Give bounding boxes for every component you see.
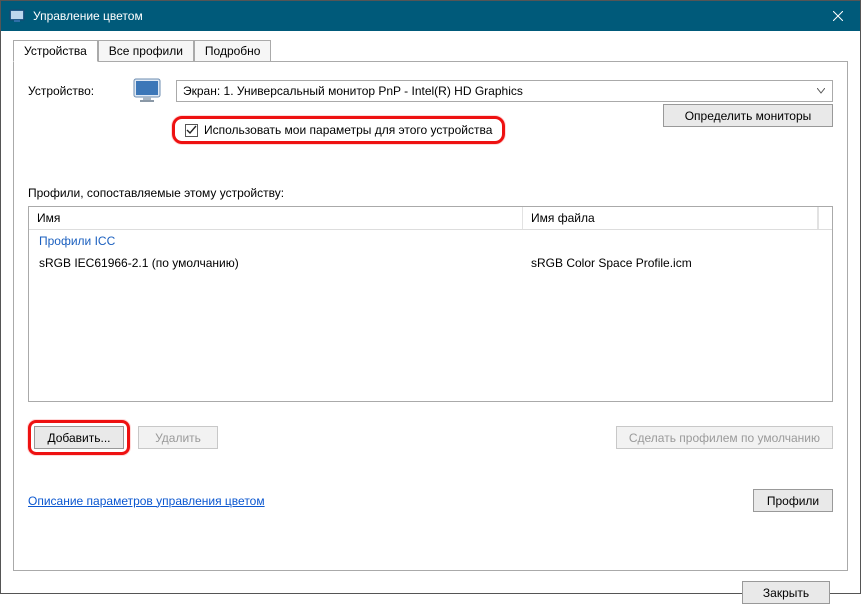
titlebar: Управление цветом <box>1 1 860 31</box>
use-my-settings-label: Использовать мои параметры для этого уст… <box>204 123 492 137</box>
help-link[interactable]: Описание параметров управления цветом <box>28 494 265 508</box>
close-button[interactable]: Закрыть <box>742 581 830 604</box>
profile-file-cell: sRGB Color Space Profile.icm <box>523 254 832 272</box>
profiles-button[interactable]: Профили <box>753 489 833 512</box>
monitor-icon <box>132 76 162 106</box>
window-close-button[interactable] <box>815 1 860 31</box>
device-dropdown[interactable]: Экран: 1. Универсальный монитор PnP - In… <box>176 80 833 102</box>
profiles-list-header: Имя Имя файла <box>29 207 832 230</box>
device-label: Устройство: <box>28 84 118 98</box>
tab-all-profiles[interactable]: Все профили <box>98 40 194 62</box>
profiles-list[interactable]: Имя Имя файла Профили ICC sRGB IEC61966-… <box>28 206 833 402</box>
profiles-group-label: Профили ICC <box>29 230 832 252</box>
window-title: Управление цветом <box>33 9 815 23</box>
column-header-file[interactable]: Имя файла <box>523 207 818 229</box>
remove-button: Удалить <box>138 426 218 449</box>
identify-monitors-button[interactable]: Определить мониторы <box>663 104 833 127</box>
chevron-down-icon <box>816 88 826 94</box>
add-button[interactable]: Добавить... <box>34 426 124 449</box>
annotation-highlight-checkbox: Использовать мои параметры для этого уст… <box>172 116 505 144</box>
tabstrip: Устройства Все профили Подробно <box>13 39 848 61</box>
tab-advanced[interactable]: Подробно <box>194 40 272 62</box>
app-icon <box>9 8 25 24</box>
profiles-heading: Профили, сопоставляемые этому устройству… <box>28 186 833 200</box>
annotation-highlight-add: Добавить... <box>28 420 130 455</box>
column-header-name[interactable]: Имя <box>29 207 523 229</box>
devices-panel: Устройство: Экран: 1. Универсальный мони… <box>13 61 848 571</box>
set-default-profile-button: Сделать профилем по умолчанию <box>616 426 833 449</box>
device-dropdown-value: Экран: 1. Универсальный монитор PnP - In… <box>183 84 816 98</box>
use-my-settings-checkbox[interactable] <box>185 124 198 137</box>
profile-name-cell: sRGB IEC61966-2.1 (по умолчанию) <box>29 254 523 272</box>
list-item[interactable]: sRGB IEC61966-2.1 (по умолчанию) sRGB Co… <box>29 252 832 274</box>
column-header-spacer <box>818 207 832 229</box>
tab-devices[interactable]: Устройства <box>13 40 98 62</box>
